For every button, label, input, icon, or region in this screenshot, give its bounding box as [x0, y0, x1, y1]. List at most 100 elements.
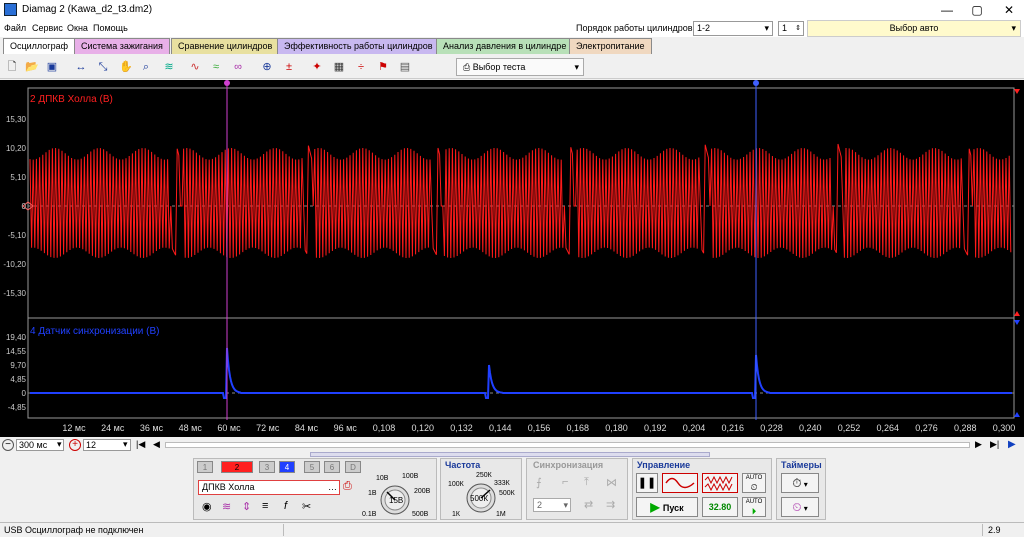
next-icon[interactable]: ▶ — [975, 439, 982, 450]
tab-pressure[interactable]: Анализ давления в цилиндре — [436, 38, 574, 54]
wave1-icon[interactable]: ∿ — [186, 58, 204, 76]
sync-shift-icon[interactable]: ⇉ — [606, 498, 615, 511]
function-icon[interactable]: f — [284, 500, 287, 512]
filter-icon[interactable]: ≋ — [160, 58, 178, 76]
channel-3-button[interactable]: 3 — [259, 461, 275, 473]
tab-oscilloscope[interactable]: Осциллограф — [3, 38, 75, 54]
channel-6-button[interactable]: 6 — [324, 461, 340, 473]
last-icon[interactable]: ▶| — [990, 439, 999, 450]
open-icon[interactable]: 📂 — [23, 58, 41, 76]
auto-button[interactable]: AUTO ⏲ — [742, 473, 766, 493]
oscilloscope-view[interactable]: 2 ДПКВ Холла (В) 4 Датчик синхронизации … — [0, 80, 1024, 437]
channel2-label: 4 Датчик синхронизации (В) — [30, 326, 160, 337]
start-label: Пуск — [662, 503, 684, 513]
menu-file[interactable]: Файл — [4, 23, 26, 33]
zoom-in-icon[interactable]: + — [69, 439, 81, 451]
zero-icon[interactable]: ± — [280, 58, 298, 76]
sync-mode-icon[interactable]: ⋈ — [606, 476, 617, 489]
channel-5-button[interactable]: 5 — [304, 461, 320, 473]
channel-2-button[interactable]: 2 — [221, 461, 253, 473]
cursor-2-handle — [753, 80, 759, 86]
minimize-button[interactable]: — — [932, 0, 962, 20]
sync-channel-select[interactable]: 2 ▾ — [533, 498, 571, 512]
multi-wave-button[interactable] — [702, 473, 738, 493]
oscilloscope-plot[interactable] — [0, 80, 1024, 437]
timer-icon: ⏲ — [792, 500, 802, 514]
wave2-icon[interactable]: ≈ — [207, 58, 225, 76]
tab-cyl-efficiency[interactable]: Эффективность работы цилиндров — [277, 38, 440, 54]
pause-button[interactable]: ❚❚ — [636, 473, 658, 493]
close-button[interactable]: ✕ — [994, 0, 1024, 20]
timer-1-button[interactable]: ⏱ ▾ — [781, 473, 819, 493]
y-tick: -15,30 — [3, 289, 26, 298]
volt-knob-value: 15В — [389, 496, 404, 505]
prev-icon[interactable]: ◀ — [153, 439, 160, 450]
page-icon[interactable]: ▤ — [396, 58, 414, 76]
invert-icon[interactable]: ≋ — [222, 500, 231, 513]
printer-icon[interactable]: ⎙ — [343, 480, 352, 493]
x-tick: 72 мс — [256, 423, 280, 433]
channel1-label: 2 ДПКВ Холла (В) — [30, 94, 113, 105]
split-icon[interactable]: ÷ — [352, 58, 370, 76]
channel-4-button[interactable]: 4 — [279, 461, 295, 473]
x-tick: 48 мс — [178, 423, 202, 433]
scroll-track[interactable] — [165, 442, 970, 448]
channel-d-button[interactable]: D — [345, 461, 361, 473]
auto-step-button[interactable]: AUTO ⏵ — [742, 497, 766, 517]
frequency-knob-value: 500К — [470, 494, 489, 503]
menu-help[interactable]: Помощь — [93, 23, 128, 33]
maximize-button[interactable]: ▢ — [962, 0, 992, 20]
timebase-value: 300 мс — [19, 440, 48, 450]
sync-level-icon[interactable]: ⤒ — [584, 476, 589, 489]
test-select-label: Выбор теста — [472, 62, 526, 72]
auto-step-label: AUTO — [745, 499, 763, 505]
channel-name-input[interactable]: ДПКВ Холла … — [198, 480, 340, 495]
start-button[interactable]: ▶ Пуск — [636, 497, 698, 517]
eye-icon[interactable]: ◉ — [202, 500, 212, 513]
tab-cyl-compare[interactable]: Сравнение цилиндров — [171, 38, 280, 54]
grid-icon[interactable]: ▦ — [330, 58, 348, 76]
cursor-icon[interactable]: ✦ — [308, 58, 326, 76]
x-tick: 0,144 — [488, 423, 512, 433]
zoom-icon[interactable]: ⌕ — [137, 58, 155, 76]
y-tick: 4,85 — [10, 375, 26, 384]
channel-1-button[interactable]: 1 — [197, 461, 213, 473]
single-wave-button[interactable] — [662, 473, 698, 493]
wave3-icon[interactable]: ∞ — [229, 58, 247, 76]
clock-icon: ⏲ — [750, 482, 758, 492]
new-icon[interactable]: 🗋 — [3, 58, 21, 76]
hand-icon[interactable]: ✋ — [117, 58, 135, 76]
chevron-down-icon: ▾ — [574, 62, 579, 72]
volt-label: 500В — [412, 511, 429, 518]
offset-icon[interactable]: ⇕ — [242, 500, 251, 513]
marker-icon[interactable]: ⚑ — [374, 58, 392, 76]
cyl-order-select[interactable]: 1-2 ▾ — [693, 21, 773, 36]
line-icon[interactable]: ≡ — [262, 500, 268, 512]
timers-title: Таймеры — [781, 460, 822, 470]
timer-2-button[interactable]: ⏲ ▾ — [781, 497, 819, 517]
x-tick: 0,192 — [643, 423, 667, 433]
test-select[interactable]: ⎙ Выбор теста ▾ — [456, 58, 584, 76]
scroll-up-icon — [1014, 320, 1020, 325]
auto-icon[interactable]: ⊕ — [258, 58, 276, 76]
measure-icon[interactable]: ↔ — [72, 58, 90, 76]
menu-service[interactable]: Сервис — [32, 23, 63, 33]
auto-select-dropdown[interactable]: Выбор авто ▾ — [807, 20, 1021, 37]
first-icon[interactable]: |◀ — [136, 439, 145, 450]
x-tick: 0,240 — [798, 423, 822, 433]
cyl-num-stepper[interactable]: 1 ⇕ — [778, 21, 804, 36]
menu-windows[interactable]: Окна — [67, 23, 88, 33]
save-icon[interactable]: ▣ — [43, 58, 61, 76]
tab-power[interactable]: Электропитание — [569, 38, 652, 54]
tab-ignition[interactable]: Система зажигания — [74, 38, 170, 54]
play-icon[interactable]: ▶ — [1008, 439, 1016, 450]
sync-arrows-icon[interactable]: ⇄ — [584, 498, 593, 511]
scale-icon[interactable]: ⤡ — [94, 58, 112, 76]
sync-fall-icon[interactable]: ⌐ — [562, 476, 568, 488]
zoom-out-icon[interactable]: − — [2, 439, 14, 451]
sync-rise-icon[interactable]: ⨍ — [536, 476, 542, 489]
panel-splitter[interactable] — [310, 452, 710, 457]
tools-icon[interactable]: ✂ — [302, 500, 311, 513]
x-tick: 84 мс — [294, 423, 319, 433]
y-tick: 0 — [21, 202, 26, 211]
